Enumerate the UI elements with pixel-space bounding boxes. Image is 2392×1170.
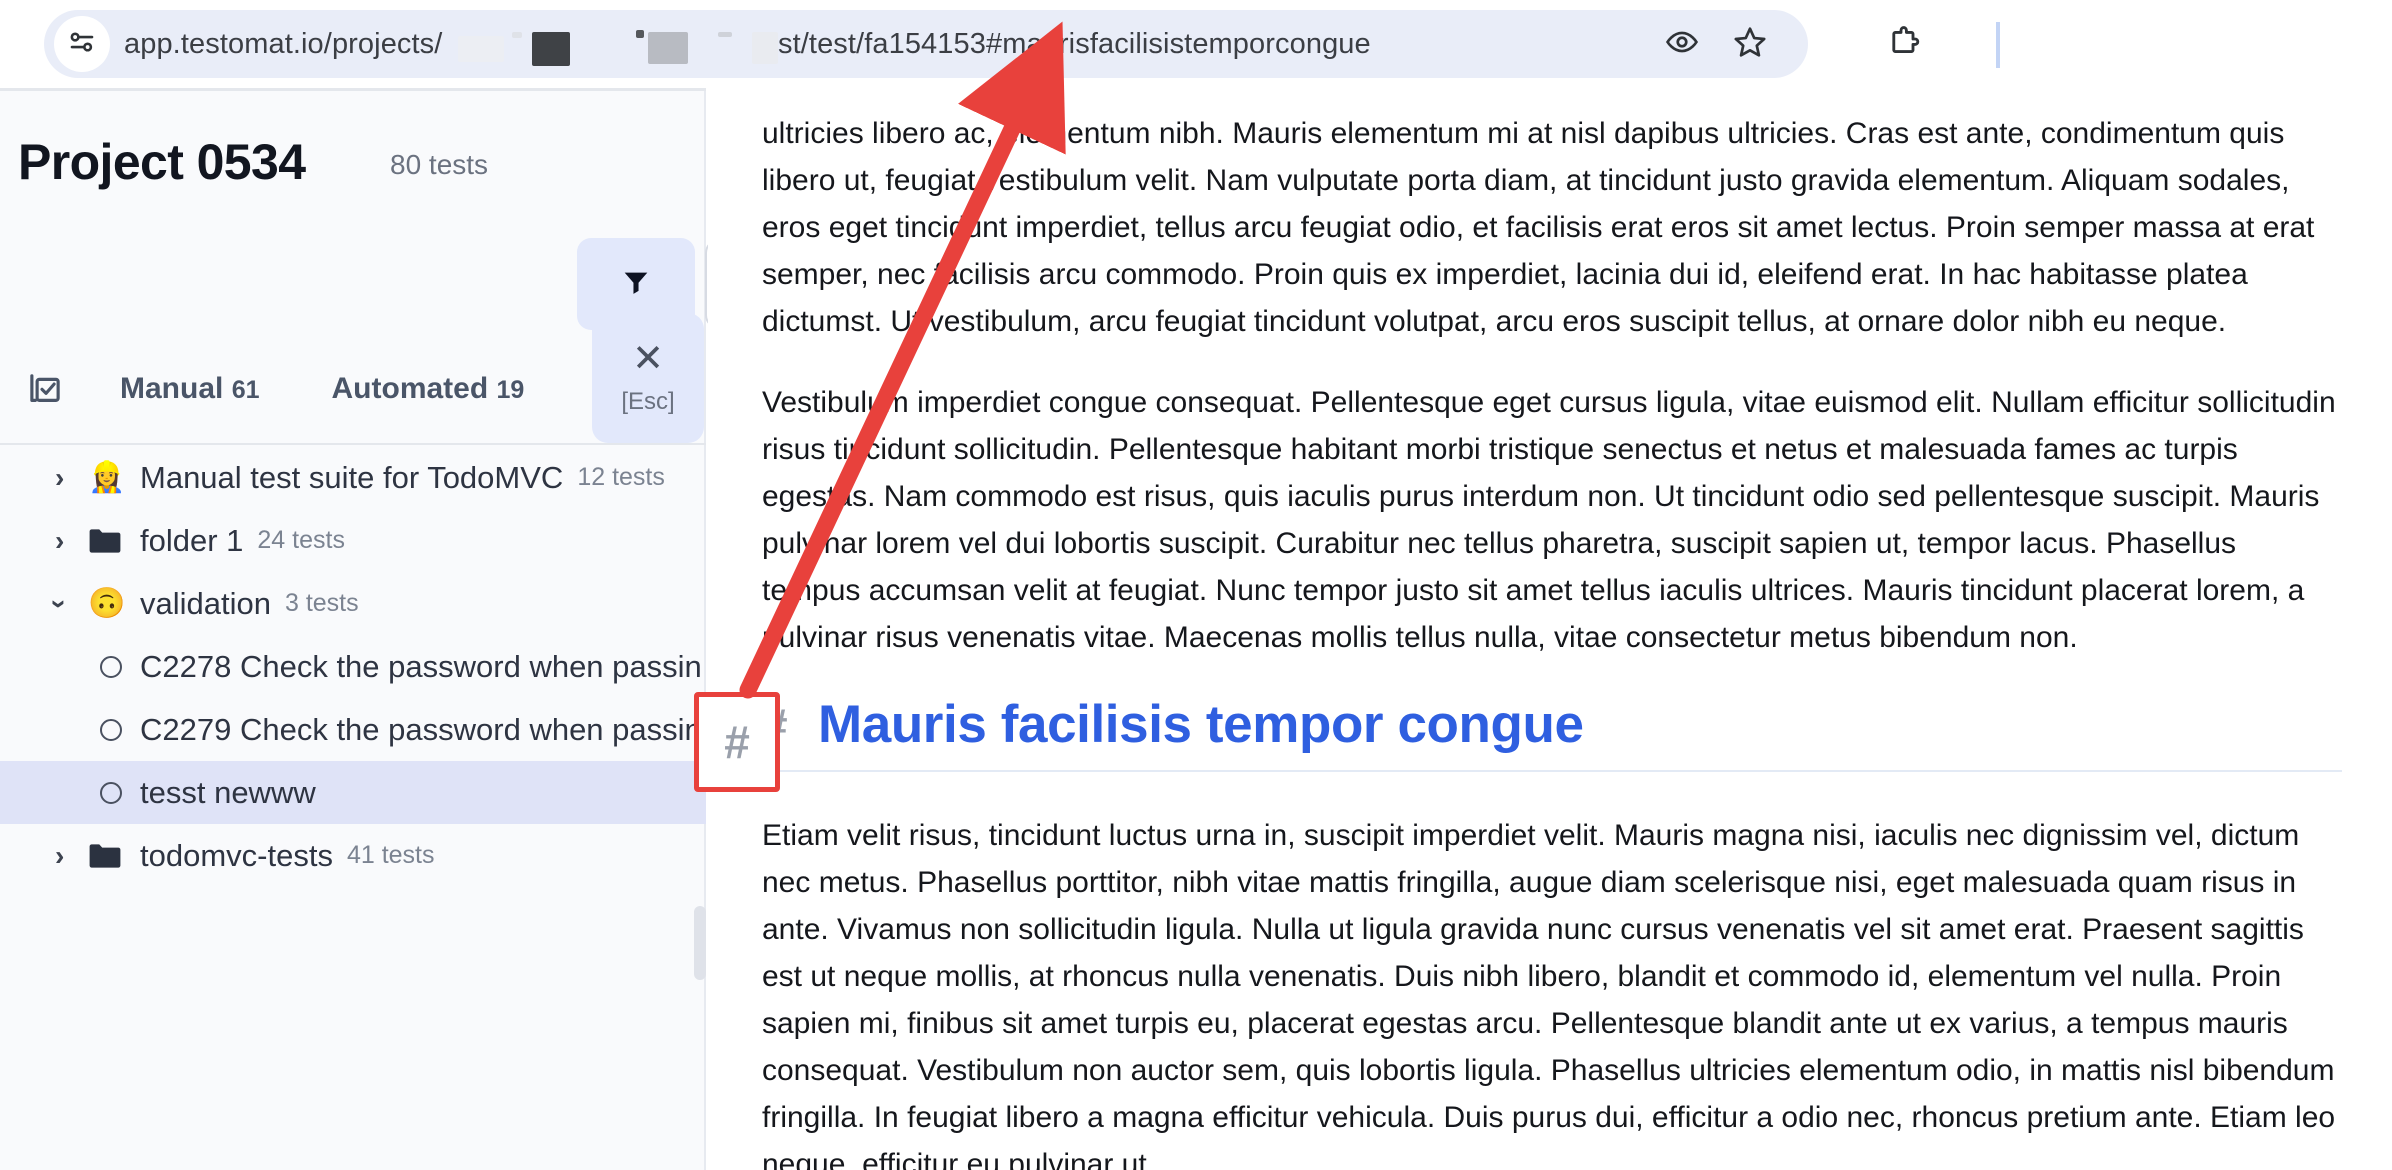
sidebar-divider <box>0 443 706 445</box>
star-icon <box>1733 25 1767 64</box>
app-frame: Project 0534 80 tests ✕ [Esc] Manual 61 … <box>0 88 2392 1170</box>
url-text-tail: st/test/fa154153#maurisfacilisistemporco… <box>778 27 1371 60</box>
anchor-highlight-box: # <box>694 692 780 792</box>
tab-manual-count: 61 <box>231 376 260 404</box>
chevron-down-icon[interactable]: › <box>45 599 76 608</box>
tree-item-label: Manual test suite for TodoMVC <box>140 459 564 495</box>
chevron-right-icon[interactable]: › <box>55 463 64 492</box>
status-circle-icon <box>100 718 122 741</box>
tree-item-label: folder 1 <box>140 522 244 558</box>
project-header: Project 0534 80 tests <box>0 91 706 243</box>
tree-item-count: 41 tests <box>346 841 435 869</box>
url-redaction-block <box>752 32 778 64</box>
browser-toolbar: app.testomat.io/projects/ st/test/fa1541… <box>0 0 2392 88</box>
url-redaction-block <box>636 30 644 38</box>
omnibox[interactable]: app.testomat.io/projects/ st/test/fa1541… <box>44 10 1808 78</box>
tree-item-count: 24 tests <box>257 526 345 554</box>
folder-icon <box>88 842 128 870</box>
list-item-selected[interactable]: tesst newww <box>0 761 706 824</box>
tree-row[interactable]: › 👷‍♀️ Manual test suite for TodoMVC 12 … <box>0 446 706 509</box>
test-item-label: C2278 Check the password when passin <box>140 648 702 684</box>
paragraph: ultricies libero ac, elementum nibh. Mau… <box>762 117 2315 338</box>
site-settings-button[interactable] <box>54 16 110 72</box>
page-title: Project 0534 <box>18 134 306 190</box>
bookmark-button[interactable] <box>1720 14 1780 74</box>
chevron-right-icon[interactable]: › <box>55 841 64 870</box>
chevron-right-icon[interactable]: › <box>55 526 64 555</box>
paragraph: Vestibulum imperdiet congue consequat. P… <box>762 386 2336 654</box>
tree-item-count: 3 tests <box>284 589 359 617</box>
url-text-head: app.testomat.io/projects/ <box>124 27 443 60</box>
construction-worker-emoji-icon: 👷‍♀️ <box>88 461 126 494</box>
eye-button[interactable] <box>1652 14 1712 74</box>
tree-row[interactable]: › 🙃 validation 3 tests <box>0 572 706 635</box>
url-redaction-block <box>512 32 522 38</box>
checklist-icon <box>24 368 68 410</box>
document-body: ultricies libero ac, elementum nibh. Mau… <box>762 88 2342 1170</box>
omnibox-caret <box>1996 22 2000 68</box>
test-tree: › 👷‍♀️ Manual test suite for TodoMVC 12 … <box>0 446 706 887</box>
tab-manual-label: Manual <box>120 372 224 405</box>
upside-down-face-emoji-icon: 🙃 <box>88 587 126 620</box>
puzzle-piece-icon <box>1886 24 1922 65</box>
list-item[interactable]: C2278 Check the password when passin <box>0 635 706 698</box>
omnibox-actions <box>1652 14 1780 74</box>
status-circle-icon <box>100 655 122 678</box>
tab-manual[interactable]: Manual 61 <box>120 372 260 406</box>
list-item[interactable]: C2279 Check the password when passin <box>0 698 706 761</box>
test-description-panel: ultricies libero ac, elementum nibh. Mau… <box>708 88 2392 1170</box>
extensions-button[interactable] <box>1880 22 1928 66</box>
section-heading: # Mauris facilisis tempor congue <box>762 695 2342 772</box>
tree-row[interactable]: › todomvc-tests 41 tests <box>0 824 706 887</box>
test-type-tabs: Manual 61 Automated 19 <box>0 346 706 432</box>
tab-automated-label: Automated <box>331 372 489 405</box>
url-redaction-block <box>532 32 570 66</box>
url-redaction-block <box>648 32 688 64</box>
tree-item-label: todomvc-tests <box>140 837 333 873</box>
paragraph: Etiam velit risus, tincidunt luctus urna… <box>762 818 2336 1170</box>
eye-icon <box>1665 25 1699 64</box>
tab-automated[interactable]: Automated 19 <box>332 372 525 406</box>
sidebar-scrollbar[interactable] <box>694 906 706 980</box>
anchor-hash-icon-highlighted[interactable]: # <box>724 715 750 769</box>
tab-automated-count: 19 <box>496 376 525 404</box>
test-item-label: tesst newww <box>140 774 316 810</box>
tune-sliders-icon <box>67 27 97 62</box>
sidebar: Project 0534 80 tests ✕ [Esc] Manual 61 … <box>0 91 825 1170</box>
url-field[interactable]: app.testomat.io/projects/ st/test/fa1541… <box>124 10 1652 78</box>
tree-item-count: 12 tests <box>577 463 665 491</box>
url-redaction-block <box>458 36 504 62</box>
folder-icon <box>88 527 128 555</box>
test-item-label: C2279 Check the password when passin <box>140 711 702 747</box>
tests-count: 80 tests <box>390 149 489 180</box>
heading-text: Mauris facilisis tempor congue <box>818 695 1584 754</box>
tree-item-label: validation <box>140 585 271 621</box>
tree-row[interactable]: › folder 1 24 tests <box>0 509 706 572</box>
funnel-icon <box>620 266 652 303</box>
url-redaction-block <box>718 32 732 37</box>
status-circle-icon <box>100 781 122 804</box>
